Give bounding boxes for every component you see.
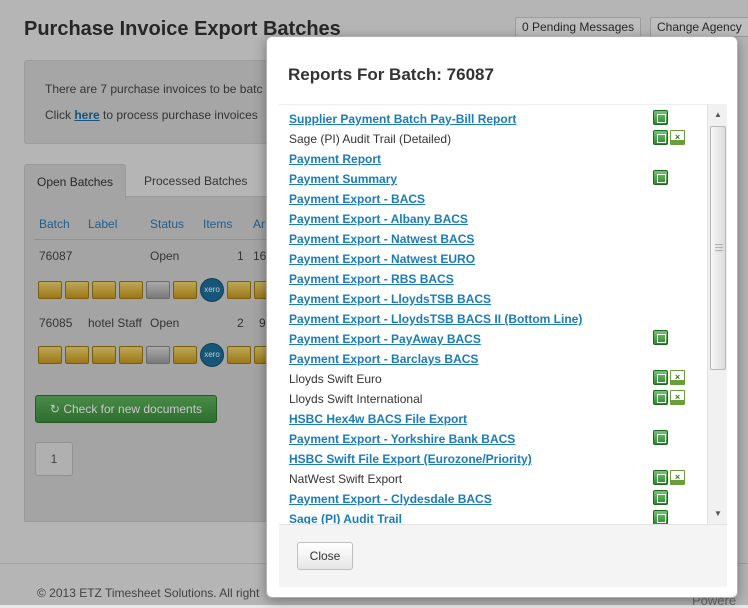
modal-footer: Close: [279, 524, 727, 587]
report-link[interactable]: Supplier Payment Batch Pay-Bill Report: [289, 112, 516, 126]
report-row: Sage (PI) Audit Trail: [279, 509, 705, 524]
csv-icon[interactable]: ×: [670, 470, 685, 485]
report-list-scrollbar[interactable]: ▲ — — — ▼: [707, 104, 727, 524]
report-row: NatWest Swift Export ×: [279, 469, 705, 489]
report-row: Payment Export - Barclays BACS: [279, 349, 705, 369]
report-row: Supplier Payment Batch Pay-Bill Report: [279, 109, 705, 129]
report-row: HSBC Hex4w BACS File Export: [279, 409, 705, 429]
excel-icon[interactable]: [653, 390, 668, 405]
report-export-icons: [653, 110, 668, 125]
report-row: Payment Report: [279, 149, 705, 169]
report-link[interactable]: Payment Export - Natwest BACS: [289, 232, 474, 246]
scroll-down-icon[interactable]: ▼: [712, 508, 724, 520]
report-link[interactable]: Payment Export - LloydsTSB BACS: [289, 292, 491, 306]
excel-icon[interactable]: [653, 430, 668, 445]
excel-icon[interactable]: [653, 370, 668, 385]
scrollbar-thumb[interactable]: — — —: [710, 126, 726, 370]
report-row: Payment Export - LloydsTSB BACS: [279, 289, 705, 309]
excel-icon[interactable]: [653, 330, 668, 345]
report-label: NatWest Swift Export: [289, 472, 403, 486]
report-link[interactable]: Payment Export - PayAway BACS: [289, 332, 481, 346]
report-row: Sage (PI) Audit Trail (Detailed) ×: [279, 129, 705, 149]
reports-modal: Reports For Batch: 76087 Supplier Paymen…: [266, 36, 738, 598]
report-row: Payment Export - Natwest BACS: [279, 229, 705, 249]
excel-icon[interactable]: [653, 110, 668, 125]
report-link[interactable]: Payment Export - LloydsTSB BACS II (Bott…: [289, 312, 582, 326]
report-link[interactable]: Sage (PI) Audit Trail: [289, 512, 402, 524]
report-label: Sage (PI) Audit Trail (Detailed): [289, 132, 452, 146]
report-label: Lloyds Swift International: [289, 392, 423, 406]
report-export-icons: [653, 490, 668, 505]
scroll-up-icon[interactable]: ▲: [712, 109, 724, 121]
excel-icon[interactable]: [653, 510, 668, 524]
report-export-icons: ×: [653, 390, 685, 405]
report-row: HSBC Swift File Export (Eurozone/Priorit…: [279, 449, 705, 469]
report-row: Payment Export - Natwest EURO: [279, 249, 705, 269]
report-label: Lloyds Swift Euro: [289, 372, 382, 386]
report-row: Payment Export - PayAway BACS: [279, 329, 705, 349]
report-link[interactable]: Payment Export - Clydesdale BACS: [289, 492, 492, 506]
report-row: Payment Export - Albany BACS: [279, 209, 705, 229]
report-link[interactable]: Payment Export - Albany BACS: [289, 212, 468, 226]
excel-icon[interactable]: [653, 130, 668, 145]
report-link[interactable]: Payment Summary: [289, 172, 397, 186]
report-row: Payment Summary: [279, 169, 705, 189]
report-row: Payment Export - RBS BACS: [279, 269, 705, 289]
report-export-icons: [653, 170, 668, 185]
report-link[interactable]: Payment Export - Barclays BACS: [289, 352, 478, 366]
report-row: Payment Export - Yorkshire Bank BACS: [279, 429, 705, 449]
excel-icon[interactable]: [653, 490, 668, 505]
report-row: Payment Export - BACS: [279, 189, 705, 209]
report-link[interactable]: Payment Export - Yorkshire Bank BACS: [289, 432, 515, 446]
report-link[interactable]: Payment Export - RBS BACS: [289, 272, 454, 286]
report-row: Lloyds Swift Euro ×: [279, 369, 705, 389]
report-export-icons: [653, 510, 668, 524]
excel-icon[interactable]: [653, 170, 668, 185]
csv-icon[interactable]: ×: [670, 370, 685, 385]
report-link[interactable]: Payment Export - Natwest EURO: [289, 252, 475, 266]
report-link[interactable]: HSBC Swift File Export (Eurozone/Priorit…: [289, 452, 532, 466]
report-export-icons: [653, 430, 668, 445]
report-export-icons: ×: [653, 470, 685, 485]
modal-title: Reports For Batch: 76087: [288, 65, 494, 84]
excel-icon[interactable]: [653, 470, 668, 485]
csv-icon[interactable]: ×: [670, 130, 685, 145]
scrollbar-grip-icon: — — —: [715, 240, 723, 255]
report-link[interactable]: Payment Report: [289, 152, 381, 166]
report-row: Payment Export - Clydesdale BACS: [279, 489, 705, 509]
report-link[interactable]: HSBC Hex4w BACS File Export: [289, 412, 467, 426]
report-link[interactable]: Payment Export - BACS: [289, 192, 425, 206]
report-row: Payment Export - LloydsTSB BACS II (Bott…: [279, 309, 705, 329]
close-button[interactable]: Close: [297, 542, 353, 570]
report-row: Lloyds Swift International ×: [279, 389, 705, 409]
csv-icon[interactable]: ×: [670, 390, 685, 405]
report-list: Supplier Payment Batch Pay-Bill Report Sa…: [279, 104, 727, 524]
report-export-icons: [653, 330, 668, 345]
report-export-icons: ×: [653, 130, 685, 145]
report-export-icons: ×: [653, 370, 685, 385]
